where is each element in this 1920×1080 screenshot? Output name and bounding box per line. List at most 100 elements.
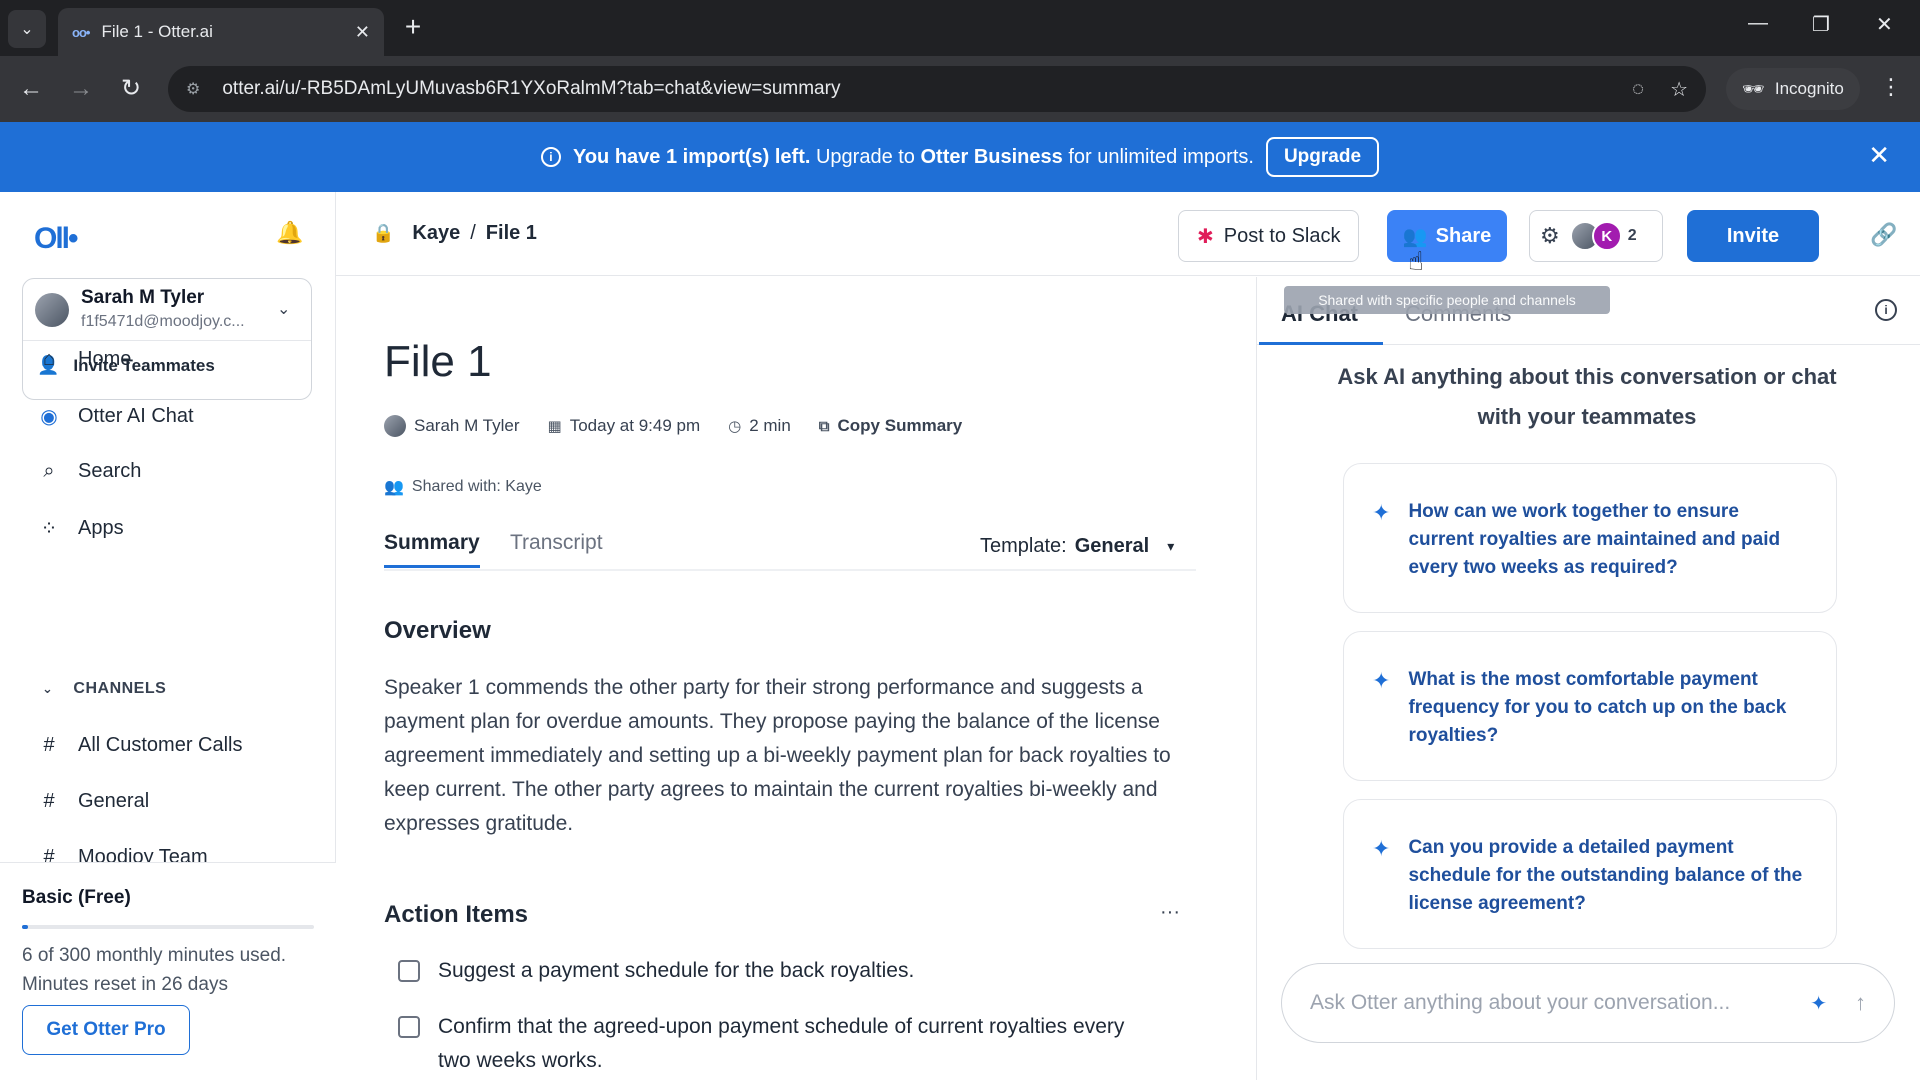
- breadcrumb-separator: /: [470, 222, 476, 244]
- members-button[interactable]: ⚙ K 2: [1529, 210, 1663, 262]
- clock-icon: ◷: [728, 418, 742, 435]
- sidebar-item-label: Search: [78, 460, 142, 482]
- lock-icon: 🔒: [372, 223, 395, 243]
- address-bar[interactable]: ⚙ otter.ai/u/-RB5DAmLyUMuvasb6R1YXoRalmM…: [168, 66, 1706, 112]
- site-settings-icon[interactable]: ⚙: [186, 79, 200, 99]
- sidebar-item-search[interactable]: ⌕ Search: [36, 460, 141, 483]
- hash-icon: #: [43, 734, 55, 756]
- avatar-initial: K: [1591, 221, 1622, 251]
- reload-icon[interactable]: ↻: [114, 72, 148, 106]
- close-window-icon[interactable]: ✕: [1876, 12, 1893, 37]
- sidebar-item-label: Otter AI Chat: [78, 405, 194, 427]
- ask-otter-box: ✦ ↑: [1281, 963, 1895, 1043]
- action-item: Confirm that the agreed-upon payment sch…: [398, 1010, 1158, 1078]
- eye-off-icon[interactable]: ◌: [1632, 78, 1644, 101]
- share-button[interactable]: 👥 Share: [1387, 210, 1507, 262]
- close-tab-icon[interactable]: ✕: [355, 22, 370, 43]
- shared-with-text: Shared with: Kaye: [411, 478, 542, 495]
- channel-label: All Customer Calls: [78, 734, 243, 756]
- info-icon: i: [540, 147, 561, 167]
- channel-all-customer-calls[interactable]: # All Customer Calls: [36, 734, 242, 757]
- sparkle-icon: ✦: [1372, 836, 1391, 861]
- browser-toolbar: ← → ↻ ⚙ otter.ai/u/-RB5DAmLyUMuvasb6R1YX…: [0, 56, 1920, 122]
- sidebar-item-label: Apps: [78, 517, 124, 539]
- conversation-content: File 1 Sarah M Tyler ▦ Today at 9:49 pm …: [336, 277, 1256, 1080]
- close-banner-icon[interactable]: ✕: [1868, 140, 1890, 171]
- page-title[interactable]: File 1: [384, 337, 492, 387]
- plan-panel: Basic (Free) 6 of 300 monthly minutes us…: [0, 862, 336, 1080]
- info-icon[interactable]: i: [1875, 299, 1897, 321]
- sidebar-item-apps[interactable]: ⁘ Apps: [36, 516, 124, 541]
- usage-progress-bar: [22, 925, 314, 929]
- hash-icon: #: [43, 790, 55, 812]
- restore-icon[interactable]: ❐: [1812, 12, 1830, 37]
- sparkle-icon: ✦: [1372, 668, 1391, 693]
- tab-title: File 1 - Otter.ai: [101, 22, 213, 41]
- invite-button[interactable]: Invite: [1687, 210, 1819, 262]
- more-options-icon[interactable]: ···: [1160, 901, 1180, 924]
- home-icon: ⌂: [42, 348, 56, 370]
- channel-label: General: [78, 790, 150, 812]
- apps-icon: ⁘: [40, 518, 58, 540]
- tab-list-button[interactable]: ⌄: [8, 10, 46, 48]
- action-items-heading: Action Items: [384, 901, 529, 928]
- usage-line: 6 of 300 monthly minutes used.: [22, 945, 287, 966]
- upgrade-button[interactable]: Upgrade: [1265, 137, 1380, 177]
- calendar-icon: ▦: [547, 418, 562, 435]
- suggestion-text: What is the most comfortable payment fre…: [1408, 669, 1787, 746]
- shared-with[interactable]: 👥 Shared with: Kaye: [384, 477, 542, 497]
- overview-text: Speaker 1 commends the other party for t…: [384, 676, 1171, 835]
- tab-transcript[interactable]: Transcript: [510, 531, 603, 555]
- usage-progress-fill: [22, 925, 28, 929]
- suggested-question[interactable]: ✦ What is the most comfortable payment f…: [1343, 631, 1837, 781]
- sparkle-icon: ✦: [1810, 992, 1827, 1015]
- member-count: 2: [1627, 227, 1637, 244]
- otter-logo[interactable]: Oll•: [34, 222, 78, 256]
- action-item-text: Confirm that the agreed-upon payment sch…: [438, 1015, 1125, 1072]
- conversation-meta: Sarah M Tyler ▦ Today at 9:49 pm ◷ 2 min…: [384, 415, 990, 437]
- action-item-checkbox[interactable]: [398, 960, 420, 982]
- action-item: Suggest a payment schedule for the back …: [398, 954, 1158, 988]
- sidebar-item-home[interactable]: ⌂ Home: [36, 348, 131, 371]
- banner-bold-text: You have 1 import(s) left.: [572, 145, 811, 168]
- account-switcher[interactable]: Sarah M Tyler f1f5471d@moodjoy.c... ⌄: [23, 279, 311, 341]
- bookmark-star-icon[interactable]: ☆: [1670, 77, 1688, 102]
- action-item-text: Suggest a payment schedule for the back …: [438, 959, 915, 982]
- send-arrow-icon[interactable]: ↑: [1855, 990, 1866, 1016]
- suggested-question[interactable]: ✦ How can we work together to ensure cur…: [1343, 463, 1837, 613]
- import-limit-banner: i You have 1 import(s) left. Upgrade to …: [0, 122, 1920, 192]
- tab-summary[interactable]: Summary: [384, 531, 480, 568]
- chevron-down-icon[interactable]: ⌄: [277, 299, 290, 319]
- template-label: Template:: [980, 535, 1067, 557]
- browser-menu-icon[interactable]: ⋮: [1880, 74, 1902, 100]
- banner-text-mid: Upgrade to: [810, 145, 921, 168]
- slack-icon: ✱: [1197, 225, 1214, 248]
- ask-otter-input[interactable]: [1310, 991, 1811, 1015]
- suggested-question[interactable]: ✦ Can you provide a detailed payment sch…: [1343, 799, 1837, 949]
- action-item-checkbox[interactable]: [398, 1016, 420, 1038]
- gear-icon: ⚙: [1540, 223, 1560, 248]
- bell-icon[interactable]: 🔔: [276, 220, 303, 246]
- channel-general[interactable]: # General: [36, 790, 149, 813]
- breadcrumb-owner[interactable]: Kaye: [412, 222, 460, 245]
- post-to-slack-label: Post to Slack: [1223, 224, 1341, 247]
- browser-tab[interactable]: oo• File 1 - Otter.ai ✕: [58, 8, 384, 56]
- chevron-down-icon: ⌄: [42, 681, 54, 696]
- get-otter-pro-button[interactable]: Get Otter Pro: [22, 1005, 190, 1055]
- overview-heading: Overview: [384, 617, 491, 644]
- search-icon: ⌕: [43, 460, 55, 482]
- post-to-slack-button[interactable]: ✱ Post to Slack: [1178, 210, 1360, 262]
- template-select[interactable]: Template: General ▾: [980, 535, 1174, 558]
- channels-toggle[interactable]: ⌄ CHANNELS: [42, 680, 166, 698]
- chevron-down-icon: ▾: [1167, 538, 1175, 554]
- copy-summary-button[interactable]: ⧉ Copy Summary: [819, 416, 962, 436]
- new-tab-button[interactable]: +: [398, 12, 428, 42]
- url-text[interactable]: otter.ai/u/-RB5DAmLyUMuvasb6R1YXoRalmM?t…: [222, 78, 1606, 100]
- incognito-badge[interactable]: 🕶 Incognito: [1726, 68, 1860, 110]
- minimize-icon[interactable]: —: [1748, 12, 1768, 35]
- plan-usage: 6 of 300 monthly minutes used. Minutes r…: [22, 941, 286, 999]
- link-icon[interactable]: 🔗: [1870, 222, 1897, 248]
- forward-icon[interactable]: →: [64, 72, 98, 106]
- back-icon[interactable]: ←: [14, 72, 48, 106]
- sidebar-item-otter-ai-chat[interactable]: ◉ Otter AI Chat: [36, 404, 194, 429]
